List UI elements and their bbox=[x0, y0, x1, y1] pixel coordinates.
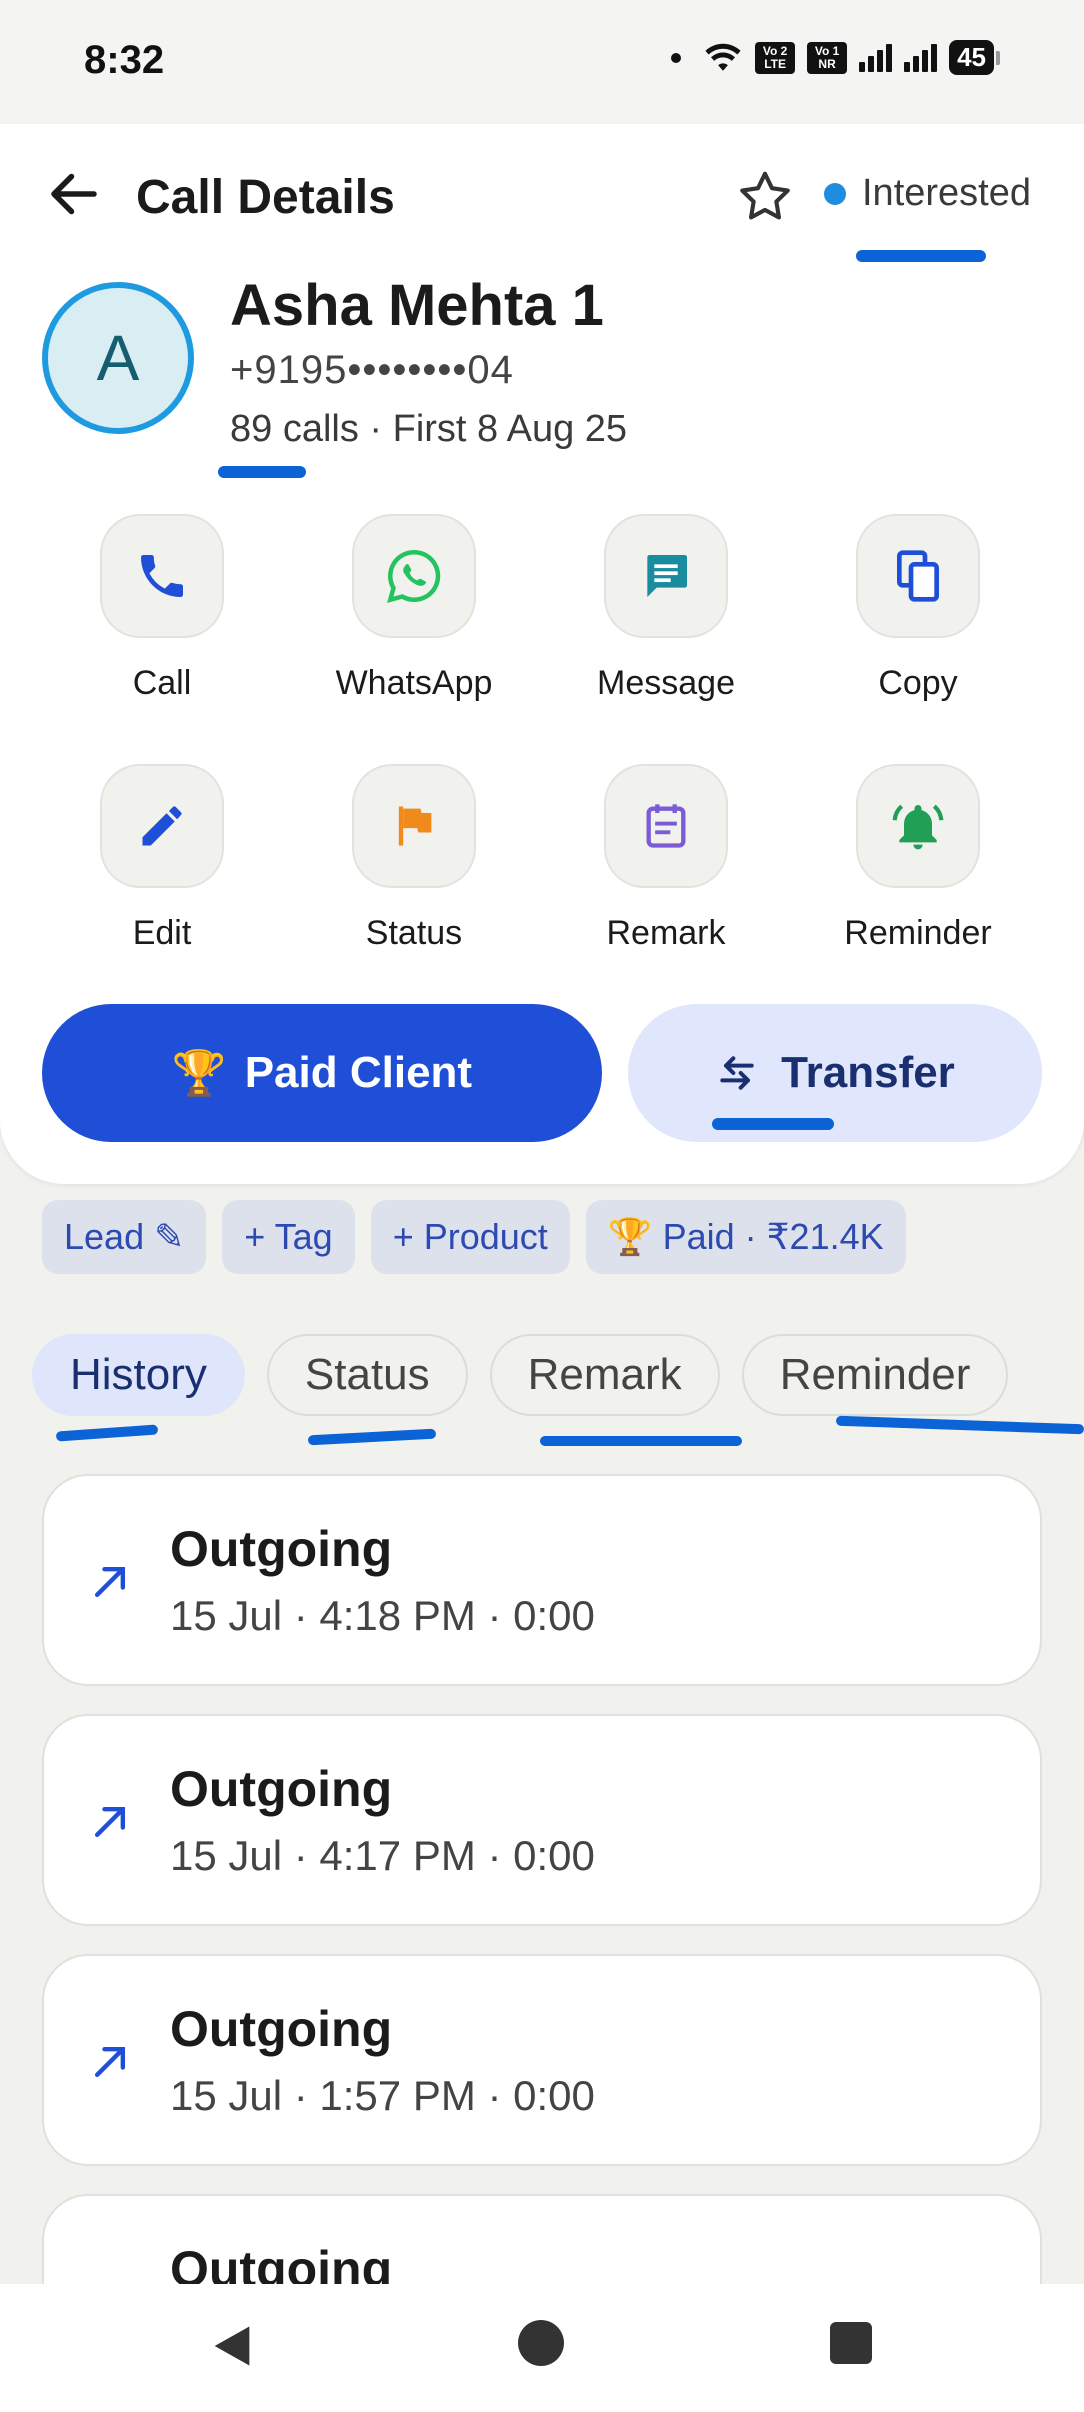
tag-chips: Lead ✎ + Tag + Product 🏆 Paid · ₹21.4K bbox=[42, 1200, 906, 1274]
whatsapp-action-button[interactable]: WhatsApp bbox=[294, 514, 534, 703]
signal-1-icon bbox=[859, 43, 893, 72]
back-arrow-icon[interactable] bbox=[44, 164, 104, 224]
edit-icon bbox=[142, 806, 182, 846]
system-nav-bar bbox=[0, 2284, 1084, 2412]
outgoing-arrow-icon bbox=[94, 1806, 126, 1838]
whatsapp-icon bbox=[387, 549, 441, 603]
call-detail: 15 Jul · 1:57 PM · 0:00 bbox=[170, 2072, 595, 2119]
call-type: Outgoing bbox=[170, 1521, 393, 1577]
call-detail: 15 Jul · 4:17 PM · 0:00 bbox=[170, 1832, 595, 1879]
paid-client-label: Paid Client bbox=[244, 1048, 473, 1097]
outgoing-arrow-icon bbox=[94, 2046, 126, 2078]
page-title: Call Details bbox=[136, 171, 395, 224]
contact-call-summary: 89 calls · First 8 Aug 25 bbox=[230, 408, 628, 450]
notes-icon bbox=[646, 804, 686, 848]
battery-level: 45 bbox=[949, 40, 994, 75]
edit-action-button[interactable]: Edit bbox=[42, 764, 282, 953]
annotation-underline-history bbox=[55, 1424, 159, 1442]
outgoing-arrow-icon bbox=[94, 1566, 126, 1598]
annotation-underline-transfer bbox=[712, 1118, 834, 1130]
star-icon[interactable] bbox=[734, 166, 796, 228]
volte-lte-icon: Vo 2 LTE bbox=[755, 41, 796, 74]
nav-recents-icon[interactable] bbox=[830, 2322, 872, 2364]
annotation-underline-calls bbox=[218, 466, 306, 478]
transfer-button[interactable]: Transfer bbox=[628, 1004, 1042, 1142]
volte-nr-icon: Vo 1 NR bbox=[807, 41, 848, 74]
add-tag-chip[interactable]: + Tag bbox=[222, 1200, 355, 1274]
annotation-underline-reminder-tab bbox=[835, 1415, 1084, 1435]
tab-reminder[interactable]: Reminder bbox=[741, 1334, 1009, 1416]
remark-action-button[interactable]: Remark bbox=[546, 764, 786, 953]
call-action-button[interactable]: Call bbox=[42, 514, 282, 703]
nav-back-icon[interactable] bbox=[206, 2318, 258, 2374]
contact-card: Call Details Interested A Asha Mehta 1 +… bbox=[0, 124, 1084, 1184]
transfer-label: Transfer bbox=[781, 1048, 955, 1097]
bell-icon bbox=[892, 804, 944, 850]
status-bar: 8:32 Vo 2 LTE Vo 1 NR 45 bbox=[0, 0, 1084, 124]
list-item[interactable]: Outgoing 15 Jul · 1:57 PM · 0:00 bbox=[42, 1954, 1042, 2166]
flag-icon bbox=[398, 806, 432, 846]
tab-status[interactable]: Status bbox=[266, 1334, 468, 1416]
contact-phone: +9195••••••••04 bbox=[230, 348, 514, 392]
detail-tabs: History Status Remark Reminder bbox=[32, 1334, 1009, 1416]
annotation-underline-status bbox=[856, 250, 986, 262]
copy-icon bbox=[897, 550, 939, 602]
paid-amount-chip[interactable]: 🏆 Paid · ₹21.4K bbox=[585, 1200, 906, 1274]
reminder-action-button[interactable]: Reminder bbox=[798, 764, 1038, 953]
tab-history[interactable]: History bbox=[32, 1334, 245, 1416]
add-product-chip[interactable]: + Product bbox=[370, 1200, 570, 1274]
tab-remark[interactable]: Remark bbox=[489, 1334, 720, 1416]
annotation-underline-status-tab bbox=[307, 1428, 437, 1446]
wifi-icon bbox=[705, 43, 741, 71]
trophy-icon: 🏆 bbox=[171, 1049, 227, 1098]
list-item[interactable]: Outgoing 15 Jul · 4:18 PM · 0:00 bbox=[42, 1474, 1042, 1686]
message-icon bbox=[647, 555, 687, 597]
notification-dot-icon bbox=[671, 52, 682, 63]
message-action-button[interactable]: Message bbox=[546, 514, 786, 703]
call-detail: 15 Jul · 4:18 PM · 0:00 bbox=[170, 1592, 595, 1639]
paid-client-button[interactable]: 🏆 Paid Client bbox=[42, 1004, 602, 1142]
lead-status-indicator[interactable]: Interested bbox=[824, 172, 1031, 215]
phone-icon bbox=[141, 555, 183, 597]
status-icons: Vo 2 LTE Vo 1 NR 45 bbox=[671, 40, 1000, 75]
list-item[interactable]: Outgoing 15 Jul · 4:17 PM · 0:00 bbox=[42, 1714, 1042, 1926]
app-bar: Call Details Interested bbox=[0, 124, 1084, 264]
status-time: 8:32 bbox=[84, 38, 165, 82]
battery-icon: 45 bbox=[949, 40, 1000, 75]
call-type: Outgoing bbox=[170, 2001, 393, 2057]
contact-name: Asha Mehta 1 bbox=[230, 273, 604, 338]
nav-home-icon[interactable] bbox=[518, 2320, 564, 2366]
signal-2-icon bbox=[904, 43, 938, 72]
status-action-button[interactable]: Status bbox=[294, 764, 534, 953]
avatar: A bbox=[42, 282, 194, 434]
lead-status-text: Interested bbox=[862, 172, 1031, 214]
status-dot-icon bbox=[824, 182, 846, 205]
copy-action-button[interactable]: Copy bbox=[798, 514, 1038, 703]
swap-arrows-icon bbox=[720, 1056, 754, 1090]
annotation-underline-remark-tab bbox=[540, 1436, 742, 1446]
call-type: Outgoing bbox=[170, 1761, 393, 1817]
lead-chip[interactable]: Lead ✎ bbox=[42, 1200, 207, 1274]
